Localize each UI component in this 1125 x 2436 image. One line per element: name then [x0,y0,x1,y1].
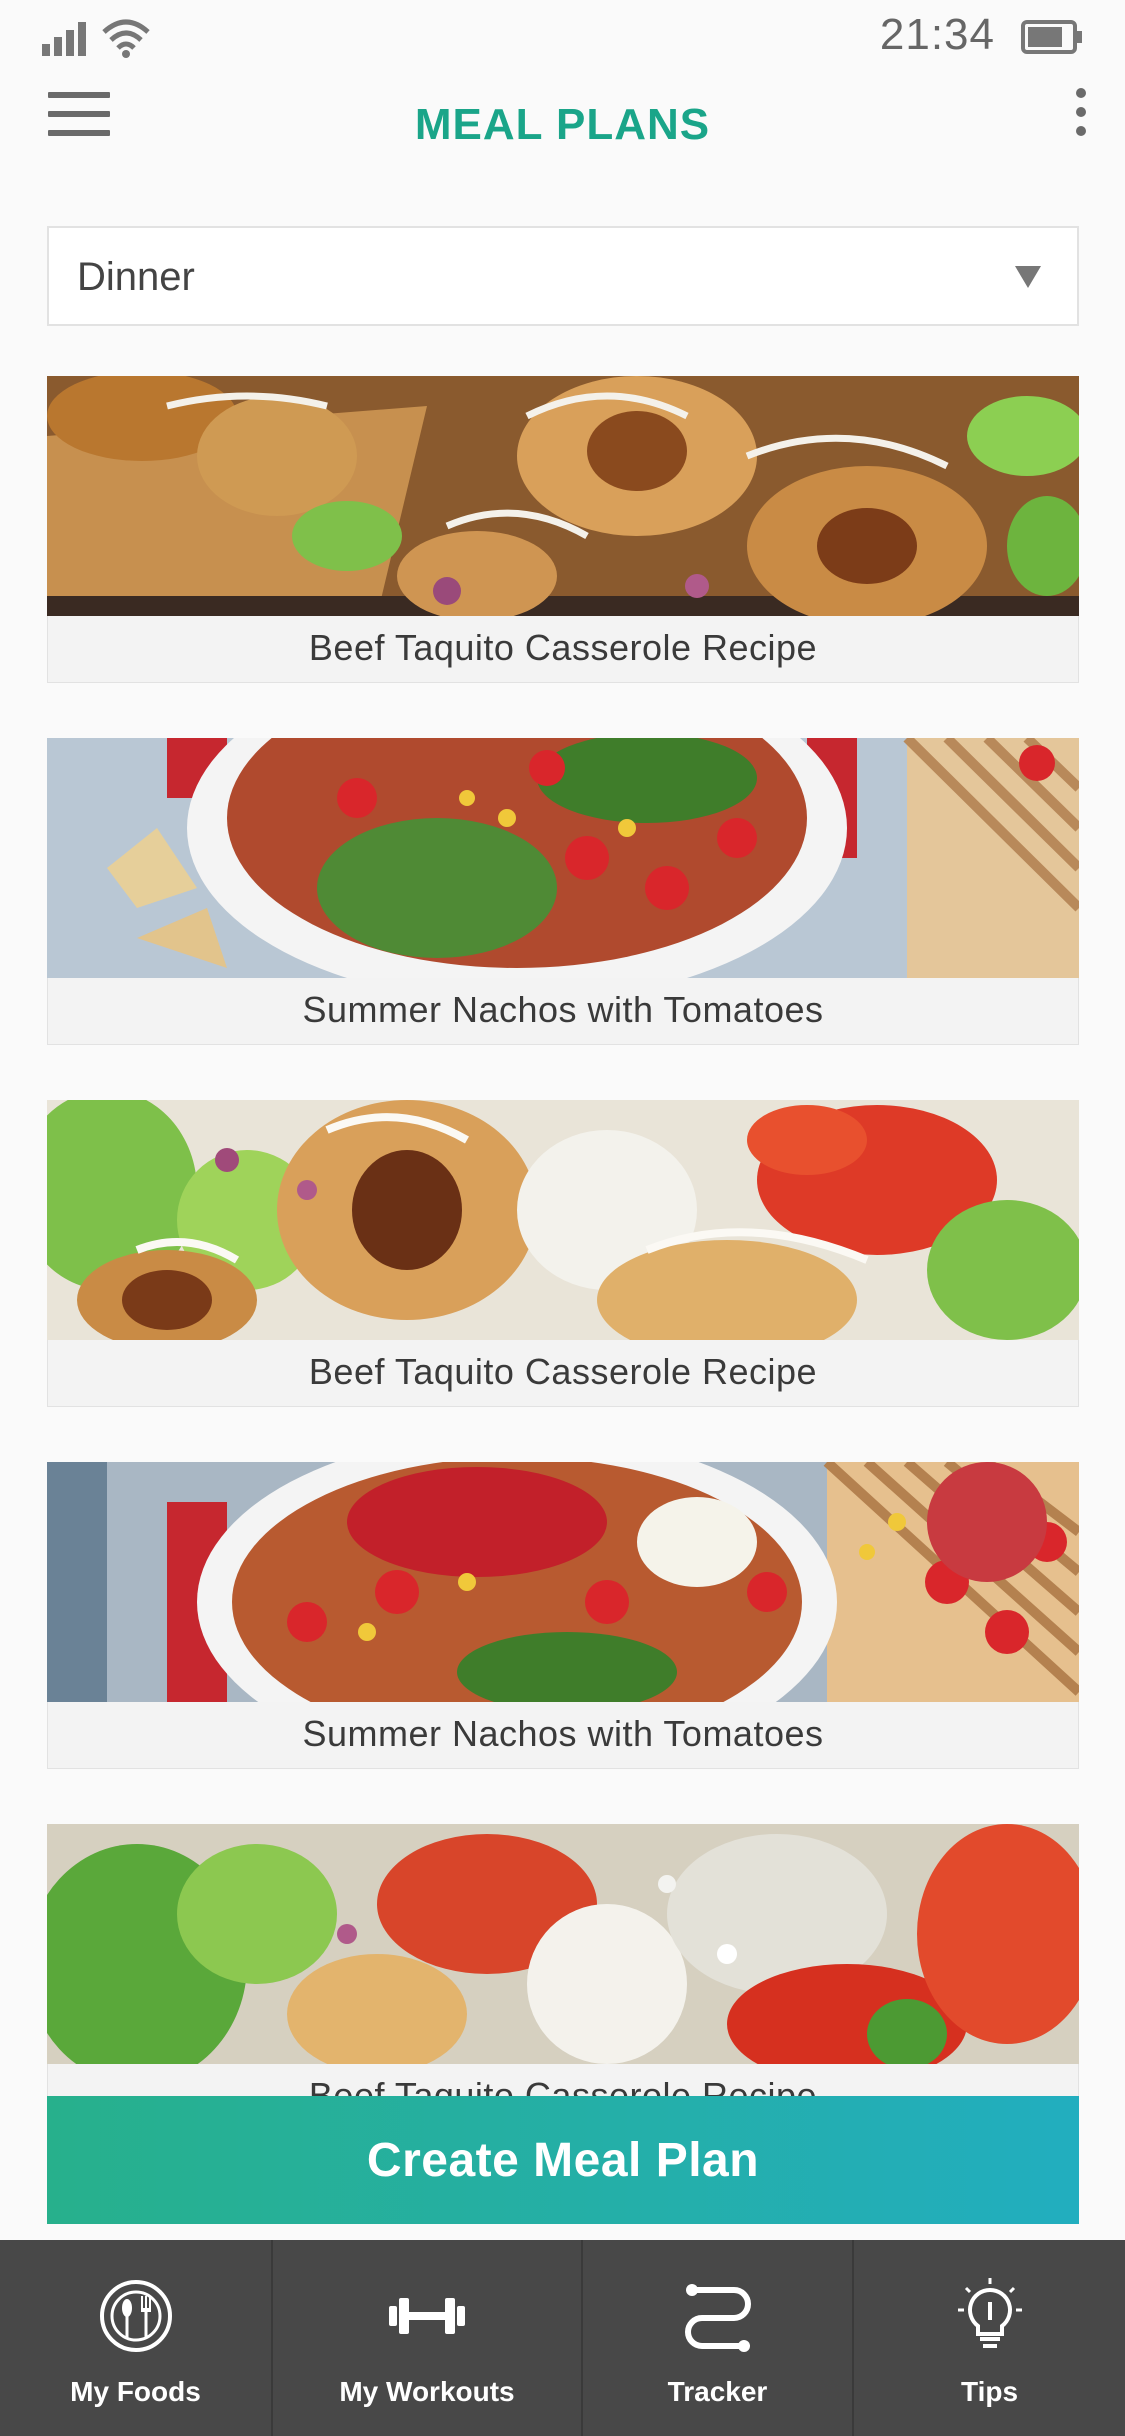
app-bar: MEAL PLANS [0,80,1125,220]
recipe-title: Beef Taquito Casserole Recipe [47,1340,1079,1407]
recipe-card[interactable]: Summer Nachos with Tomatoes [47,1462,1079,1769]
nav-label: My Foods [70,2376,201,2407]
page-title: MEAL PLANS [414,100,711,149]
recipe-title: Beef Taquito Casserole Recipe [47,616,1079,683]
recipe-image [47,1462,1079,1702]
nav-my-foods[interactable]: My Foods [0,2240,273,2436]
recipe-image [47,1824,1079,2064]
bottom-nav: My Foods My Workouts Tracker Tips [0,2240,1125,2436]
recipe-card[interactable]: Beef Taquito Casserole Recipe [47,1100,1079,1407]
status-bar: 21:34 [0,0,1125,80]
dropdown-arrow-icon [1015,266,1041,288]
meal-type-value: Dinner [77,255,195,299]
nav-label: Tracker [667,2376,768,2407]
meal-type-select[interactable]: Dinner [47,226,1079,326]
cell-signal-icon [42,22,86,56]
recipe-image [47,1100,1079,1340]
recipe-card[interactable]: Beef Taquito Casserole Recipe [47,376,1079,683]
nav-tracker[interactable]: Tracker [583,2240,854,2436]
recipe-title: Summer Nachos with Tomatoes [47,978,1079,1045]
recipe-image [47,376,1079,616]
more-options-icon[interactable] [1067,88,1095,138]
recipe-title: Beef Taquito Casserole Recipe [47,2064,1079,2096]
route-icon [684,2284,751,2352]
status-time: 21:34 [879,10,995,59]
lightbulb-icon [957,2278,1022,2348]
battery-icon [1021,20,1082,54]
recipe-list[interactable]: Beef Taquito Casserole Recipe Summer Nac… [47,376,1079,2096]
plate-utensils-icon [99,2280,172,2352]
nav-label: My Workouts [339,2376,515,2407]
nav-my-workouts[interactable]: My Workouts [273,2240,583,2436]
create-meal-plan-button[interactable]: Create Meal Plan [47,2096,1079,2224]
recipe-image [47,738,1079,978]
recipe-title: Summer Nachos with Tomatoes [47,1702,1079,1769]
wifi-icon [102,19,150,58]
recipe-card[interactable]: Summer Nachos with Tomatoes [47,738,1079,1045]
recipe-card[interactable]: Beef Taquito Casserole Recipe [47,1824,1079,2096]
nav-label: Tips [960,2376,1019,2407]
nav-tips[interactable]: Tips [854,2240,1125,2436]
dumbbell-icon [389,2298,465,2334]
